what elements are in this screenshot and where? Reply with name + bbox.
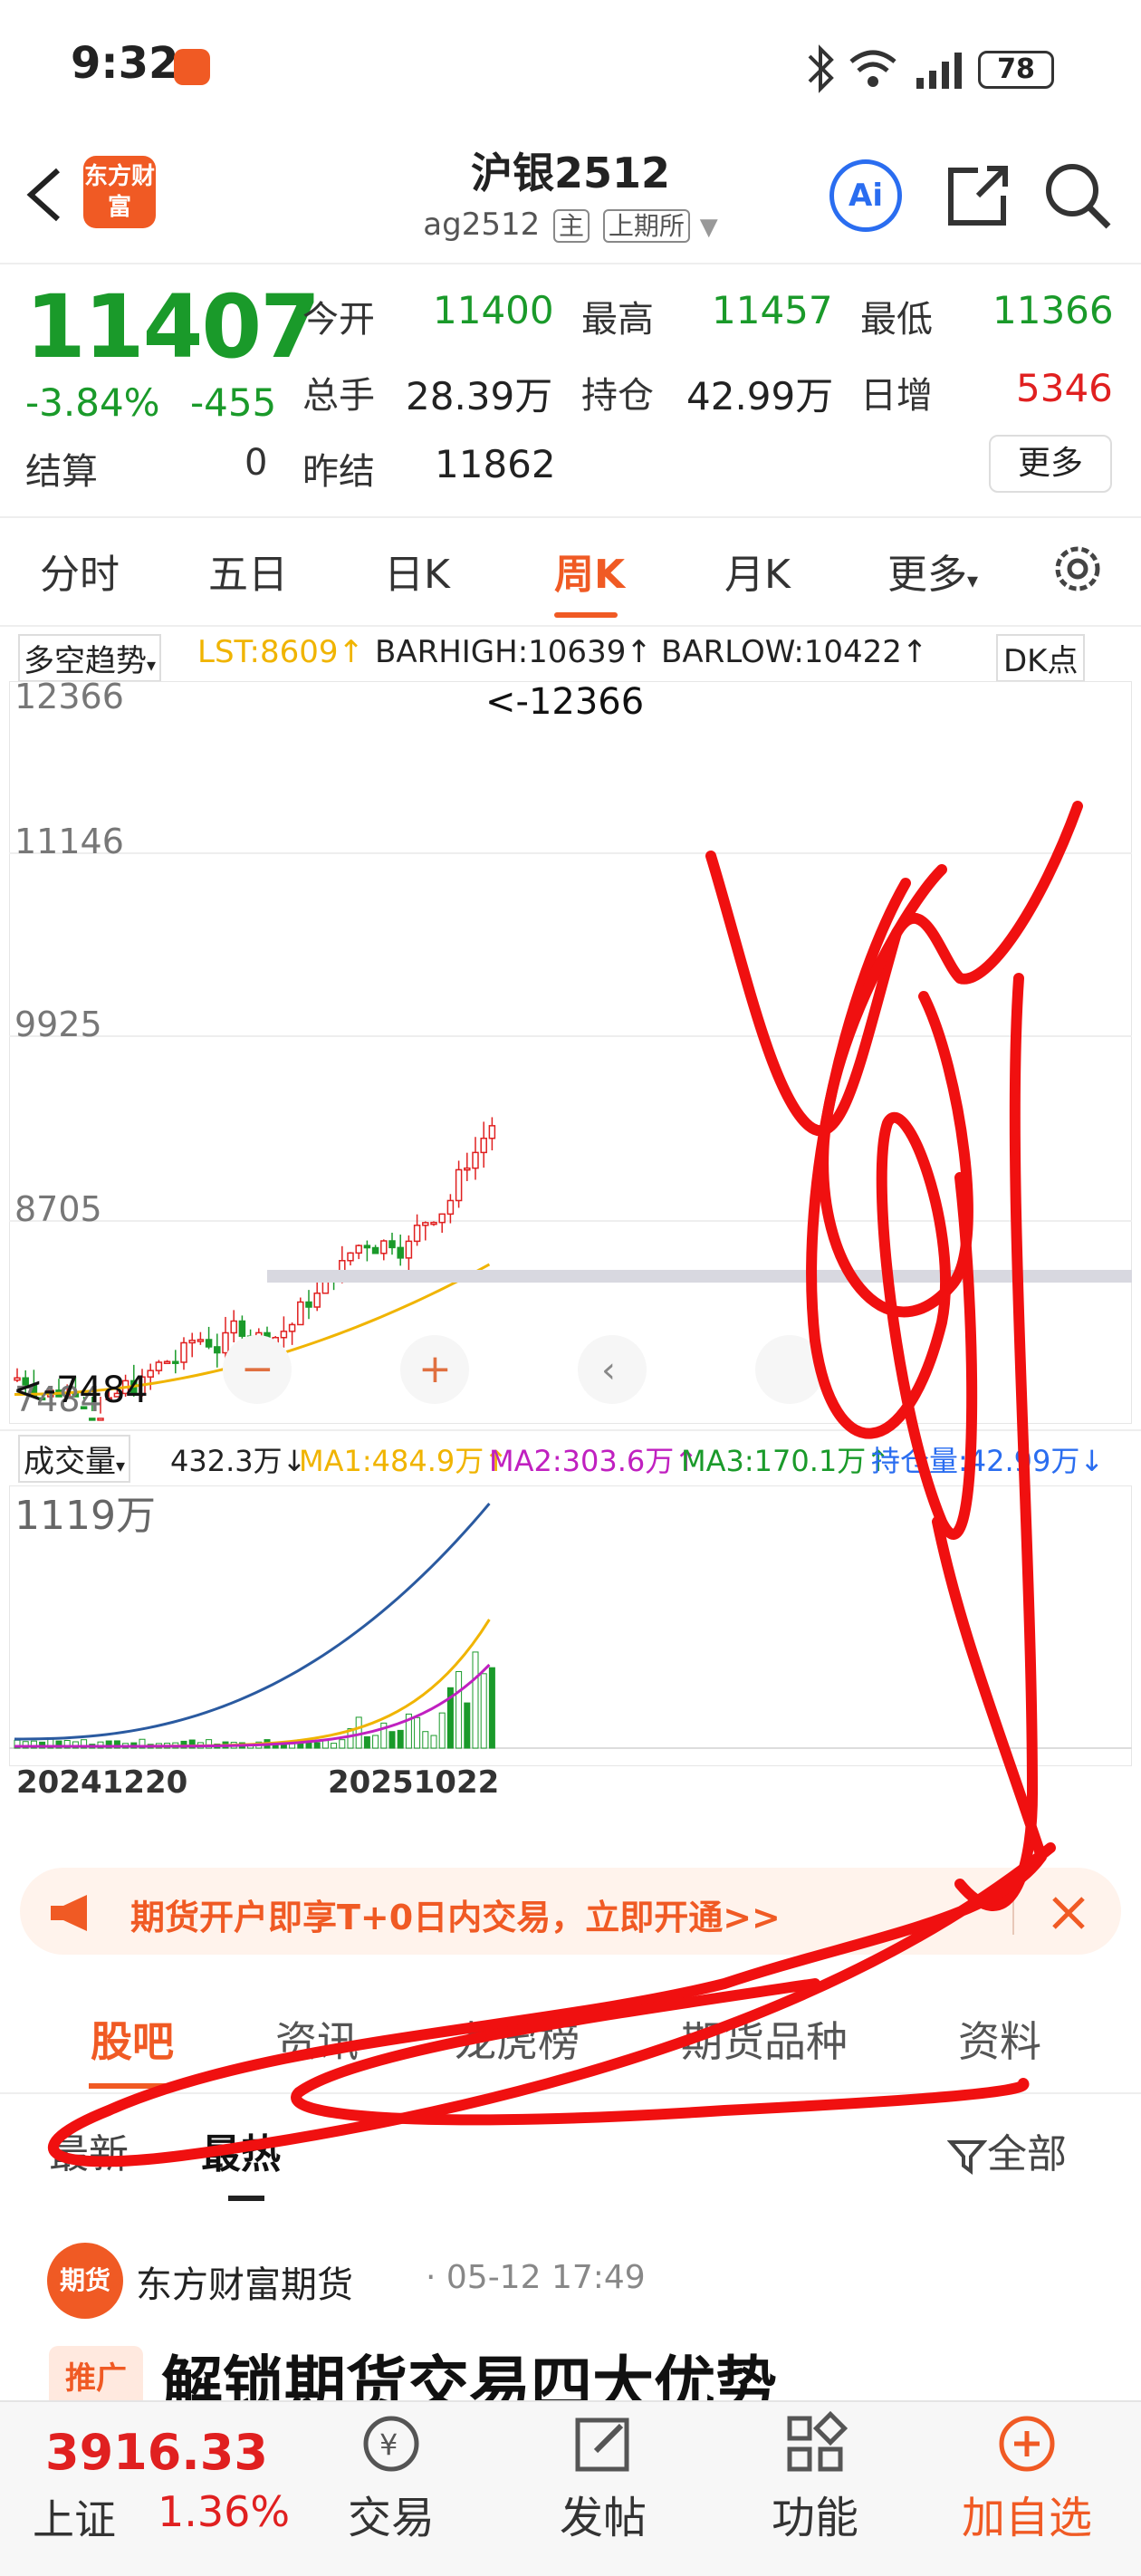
handwritten-scribble (48, 801, 1083, 2167)
